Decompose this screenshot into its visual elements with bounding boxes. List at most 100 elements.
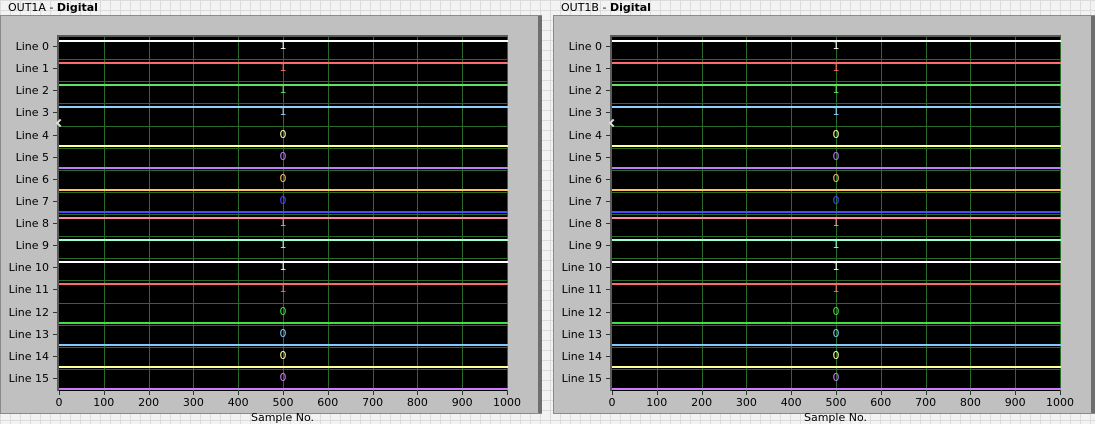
- line-label: Line 9: [568, 239, 602, 252]
- line-value-2: 1: [279, 83, 287, 96]
- x-tick-label: 1000: [1046, 396, 1074, 409]
- line-label: Line 7: [568, 195, 602, 208]
- signal-line-13: [612, 344, 1061, 346]
- line-value-3: 1: [832, 105, 840, 118]
- signal-line-7: [59, 211, 508, 213]
- digital-waveform-panel-out1a: OUT1A - Digital 1111000011110000 Line 0L…: [0, 0, 542, 424]
- line-value-11: 1: [279, 282, 287, 295]
- x-tick: [148, 391, 150, 395]
- x-axis-title: Sample No.: [250, 411, 314, 424]
- x-tick: [791, 391, 793, 395]
- x-tick: [746, 391, 748, 395]
- line-label: Line 11: [8, 283, 49, 296]
- x-tick: [193, 391, 195, 395]
- line-value-6: 0: [279, 172, 287, 185]
- line-value-12: 0: [832, 305, 840, 318]
- y-tick: [606, 312, 610, 313]
- line-value-4: 0: [832, 128, 840, 141]
- x-tick: [103, 391, 105, 395]
- panel-title: OUT1A - Digital: [8, 1, 98, 14]
- lane-separator: [59, 192, 508, 193]
- x-tick-label: 600: [317, 396, 339, 409]
- y-tick: [606, 112, 610, 113]
- x-tick-label: 400: [780, 396, 802, 409]
- line-label: Line 2: [15, 84, 49, 97]
- y-tick: [53, 157, 57, 158]
- line-value-9: 1: [279, 238, 287, 251]
- line-value-4: 0: [279, 128, 287, 141]
- x-tick-label: 700: [362, 396, 384, 409]
- line-label: Line 3: [568, 106, 602, 119]
- x-tick: [462, 391, 464, 395]
- line-value-8: 1: [279, 216, 287, 229]
- line-value-12: 0: [279, 305, 287, 318]
- line-value-0: 1: [279, 39, 287, 52]
- x-tick: [327, 391, 329, 395]
- y-tick: [606, 157, 610, 158]
- x-tick: [612, 391, 613, 395]
- line-value-6: 0: [832, 172, 840, 185]
- plot-area[interactable]: 1 1 1 1 0 0 0 0 1 1 1 1 0 0 0 0: [55, 35, 508, 391]
- lane-separator: [59, 214, 508, 215]
- line-value-15: 0: [832, 371, 840, 384]
- line-label: Line 6: [568, 173, 602, 186]
- signal-line-6: [59, 189, 508, 191]
- y-tick: [53, 112, 57, 113]
- line-label: Line 3: [15, 106, 49, 119]
- line-label: Line 9: [15, 239, 49, 252]
- y-tick: [53, 135, 57, 136]
- x-tick: [656, 391, 658, 395]
- lane-separator: [59, 303, 508, 304]
- signal-line-12: [612, 322, 1061, 324]
- line-value-2: 1: [832, 83, 840, 96]
- graph-frame: 1111000011110000 Line 0 Line 1 Line 2 Line …: [553, 15, 1095, 424]
- y-tick: [606, 223, 610, 224]
- x-tick: [1060, 391, 1061, 395]
- signal-line-14: [59, 366, 508, 368]
- lane-separator: [612, 59, 1061, 60]
- line-label: Line 8: [15, 217, 49, 230]
- line-label: Line 6: [15, 173, 49, 186]
- x-tick: [1015, 391, 1017, 395]
- y-tick: [53, 46, 57, 47]
- signal-line-5: [612, 167, 1061, 169]
- signal-line-4: [612, 145, 1061, 147]
- line-label: Line 12: [561, 306, 602, 319]
- panel-name: OUT1B: [561, 1, 599, 14]
- lane-separator: [612, 303, 1061, 304]
- y-tick: [606, 356, 610, 357]
- signal-line-13: [59, 344, 508, 346]
- panel-type: Digital: [609, 1, 651, 14]
- lane-separator: [612, 170, 1061, 171]
- x-tick: [507, 391, 508, 395]
- x-tick: [880, 391, 882, 395]
- line-label: Line 5: [568, 151, 602, 164]
- y-tick: [53, 356, 57, 357]
- lane-separator: [612, 81, 1061, 82]
- y-tick: [606, 135, 610, 136]
- x-axis-title: Sample No.: [803, 411, 867, 424]
- y-tick: [606, 245, 610, 246]
- y-tick: [606, 90, 610, 91]
- line-label: Line 7: [15, 195, 49, 208]
- x-tick-label: 400: [227, 396, 249, 409]
- line-label: Line 2: [568, 84, 602, 97]
- lane-separator: [612, 347, 1061, 348]
- y-tick: [53, 289, 57, 290]
- panel-type: Digital: [56, 1, 98, 14]
- y-tick: [606, 289, 610, 290]
- lane-separator: [59, 81, 508, 82]
- line-value-11: 1: [832, 282, 840, 295]
- line-label: Line 15: [561, 372, 602, 385]
- lane-separator: [59, 148, 508, 149]
- line-label: Line 0: [568, 40, 602, 53]
- line-label: Line 4: [15, 129, 49, 142]
- line-label: Line 15: [8, 372, 49, 385]
- x-tick: [417, 391, 419, 395]
- line-value-10: 1: [832, 260, 840, 273]
- plot-area[interactable]: 1 1 1 1 0 0 0 0 1 1 1 1 0 0 0 0: [608, 35, 1061, 391]
- line-value-1: 1: [279, 61, 287, 74]
- y-tick: [53, 312, 57, 313]
- lane-separator: [59, 258, 508, 259]
- signal-line-7: [612, 211, 1061, 213]
